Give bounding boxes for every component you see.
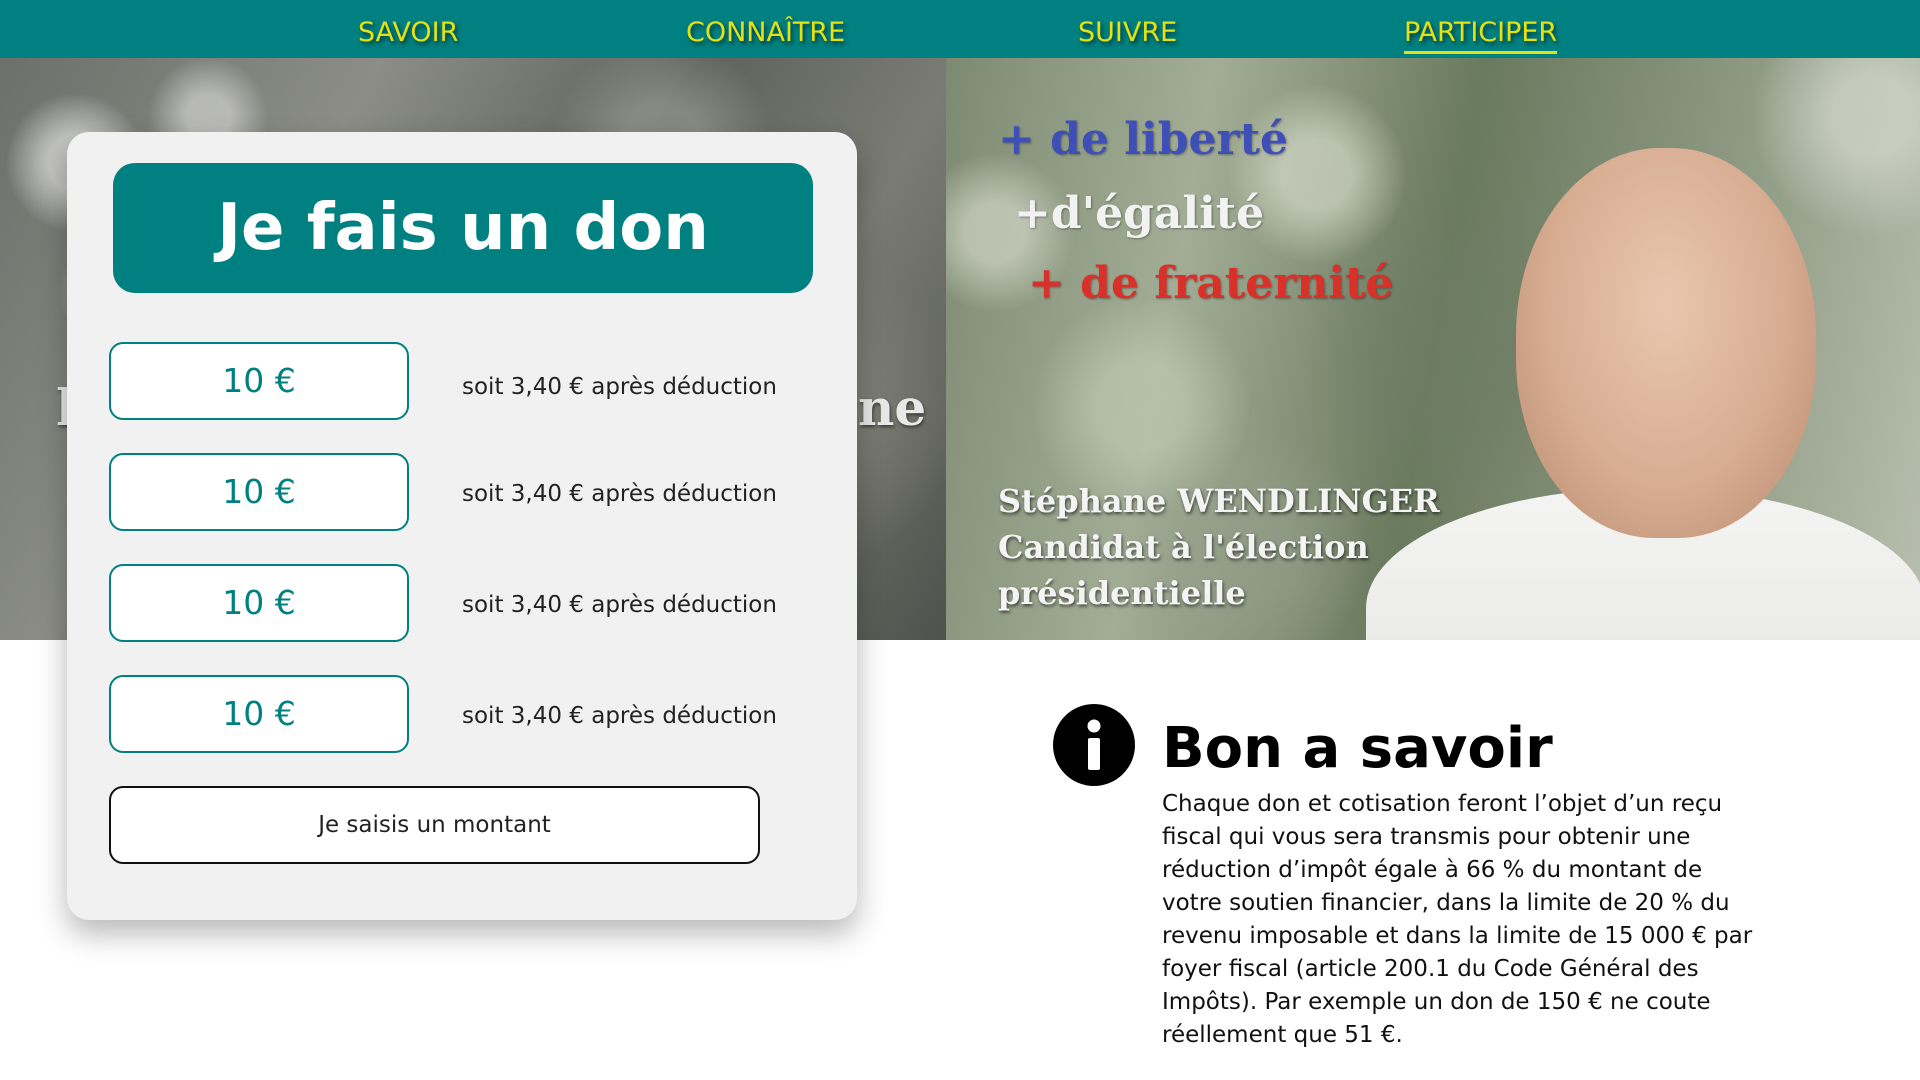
info-icon [1053,704,1135,786]
hero-left-text-end: ne [858,378,927,437]
slogan-egalite: +d'égalité [1014,188,1265,239]
candidate-role-line1: Candidat à l'élection [998,528,1369,566]
info-text: Chaque don et cotisation feront l’objet … [1162,791,1753,1048]
slogan-fraternite: + de fraternité [1028,258,1394,309]
amount-deduction-note: soit 3,40 € après déduction [462,592,777,618]
amount-button[interactable]: 10 € [109,453,409,531]
candidate-role-line2: présidentielle [998,574,1246,612]
info-title: Bon a savoir [1162,716,1553,781]
top-nav: SAVOIR CONNAÎTRE SUIVRE PARTICIPER [0,0,1920,58]
donation-card: Je fais un don 10 € soit 3,40 € après dé… [67,132,857,920]
amount-button[interactable]: 10 € [109,675,409,753]
amount-deduction-note: soit 3,40 € après déduction [462,703,777,729]
slogan-liberte: + de liberté [998,114,1288,165]
donation-title: Je fais un don [113,163,813,293]
amount-deduction-note: soit 3,40 € après déduction [462,374,777,400]
amount-deduction-note: soit 3,40 € après déduction [462,481,777,507]
nav-item-suivre[interactable]: SUIVRE [1078,14,1177,54]
candidate-photo: + de liberté +d'égalité + de fraternité … [946,58,1920,640]
candidate-face [1516,148,1816,538]
amount-button[interactable]: 10 € [109,342,409,420]
nav-item-participer[interactable]: PARTICIPER [1404,14,1558,54]
nav-item-connaitre[interactable]: CONNAÎTRE [686,14,845,54]
custom-amount-button[interactable]: Je saisis un montant [109,786,760,864]
candidate-name: Stéphane WENDLINGER [998,482,1440,520]
amount-button[interactable]: 10 € [109,564,409,642]
nav-item-savoir[interactable]: SAVOIR [358,14,458,54]
